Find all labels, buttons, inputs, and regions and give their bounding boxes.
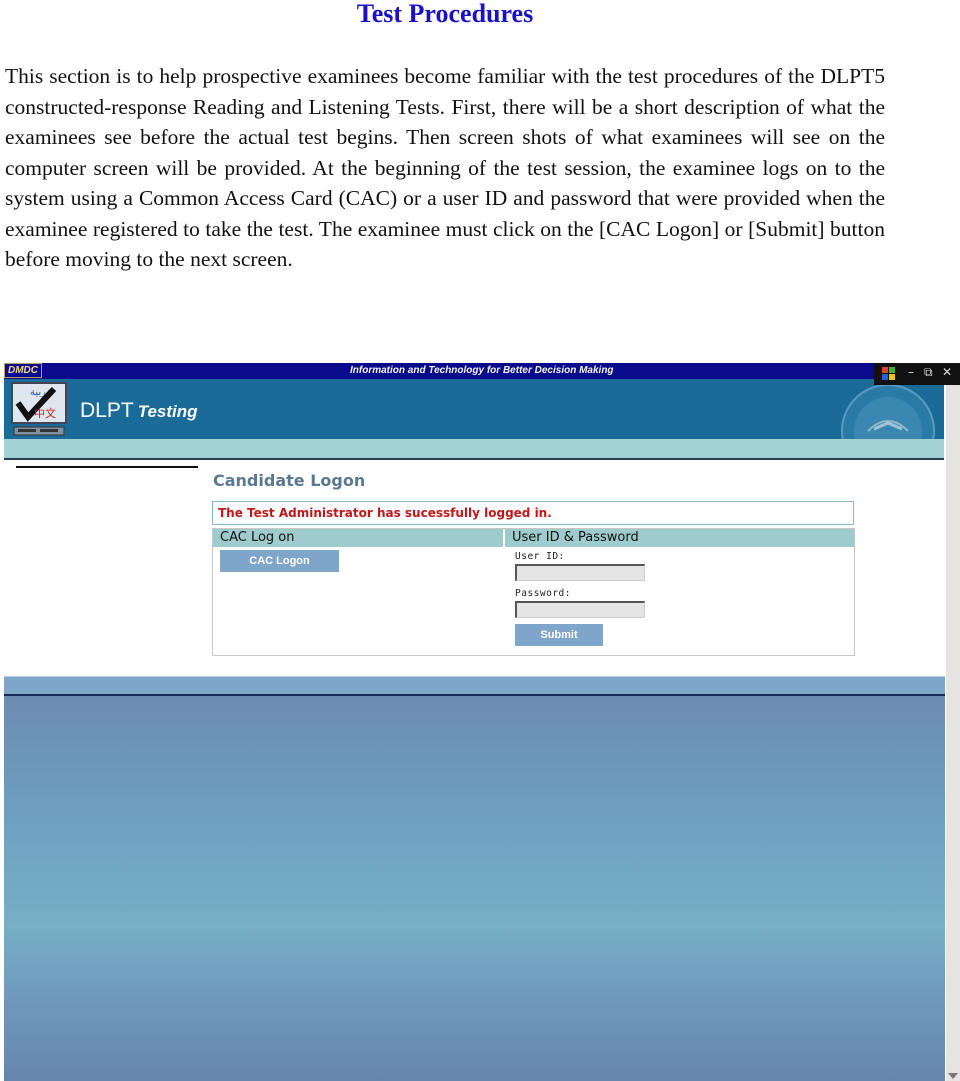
user-id-label: User ID: — [515, 551, 565, 562]
password-input[interactable] — [515, 601, 645, 618]
footer-band — [4, 676, 945, 695]
document-paragraph: This section is to help prospective exam… — [5, 64, 885, 271]
windows-flag-icon — [882, 367, 896, 381]
tagline: Information and Technology for Better De… — [350, 365, 614, 376]
password-label: Password: — [515, 588, 571, 599]
footer-background — [4, 696, 945, 1081]
dlpt-logo-icon: عربية 中文 — [11, 382, 67, 436]
candidate-logon-title: Candidate Logon — [213, 471, 366, 490]
status-message-box: The Test Administrator has sucessfully l… — [212, 501, 854, 525]
app-header: عربية 中文 DLPT Testing — [4, 379, 944, 439]
userpass-panel-header: User ID & Password — [505, 529, 854, 547]
document-title: Test Procedures — [356, 0, 534, 28]
svg-text:中文: 中文 — [34, 406, 56, 420]
left-divider — [16, 466, 198, 468]
vertical-scrollbar[interactable] — [946, 385, 960, 1081]
restore-button[interactable]: ⧉ — [924, 364, 933, 380]
submit-button[interactable]: Submit — [515, 624, 603, 646]
app-title: DLPT Testing — [80, 399, 198, 424]
scroll-down-arrow-icon[interactable] — [948, 1073, 958, 1079]
minimize-button[interactable]: – — [908, 364, 914, 380]
user-id-input[interactable] — [515, 564, 645, 581]
dod-seal-icon — [841, 384, 935, 439]
dlpt-screenshot: DMDC Information and Technology for Bett… — [4, 363, 960, 1081]
cac-logon-button[interactable]: CAC Logon — [220, 550, 339, 572]
top-banner: DMDC Information and Technology for Bett… — [4, 363, 960, 379]
window-controls: – ⧉ ✕ — [874, 363, 960, 385]
header-subbar — [4, 439, 944, 460]
status-message: The Test Administrator has sucessfully l… — [218, 506, 552, 520]
app-title-main: DLPT — [80, 399, 134, 422]
logon-panel: CAC Log on User ID & Password CAC Logon … — [212, 528, 855, 656]
close-button[interactable]: ✕ — [942, 364, 952, 380]
dmdc-logo: DMDC — [4, 363, 42, 378]
app-title-sub: Testing — [137, 402, 198, 421]
cac-panel-header: CAC Log on — [213, 529, 503, 547]
